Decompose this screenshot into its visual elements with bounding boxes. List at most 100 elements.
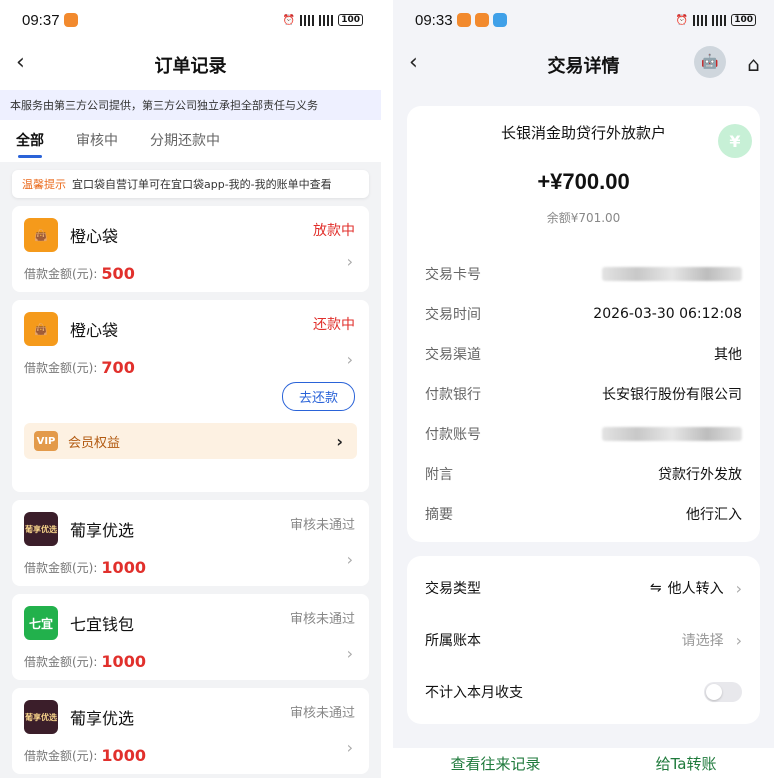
clock: 09:33: [415, 11, 453, 29]
bag-icon: 👜: [24, 312, 58, 346]
product-logo: 葡享优选: [24, 512, 58, 546]
clock: 09:37: [22, 11, 60, 29]
loan-amount: 700: [101, 358, 135, 377]
masked-account-number: [602, 427, 742, 441]
order-status: 放款中: [313, 223, 355, 239]
loan-amount: 1000: [101, 746, 146, 765]
tab-all[interactable]: 全部: [16, 120, 44, 162]
amount-label: 借款金额(元):: [24, 749, 98, 763]
loan-amount: 1000: [101, 558, 146, 577]
notification-icon: [456, 13, 471, 27]
detail-row: 交易时间 2026-03-30 06:12:08: [407, 294, 760, 334]
nav-bar: ‹ 订单记录: [0, 40, 381, 90]
order-status: 审核未通过: [289, 706, 355, 721]
signal-icon: [693, 14, 708, 26]
order-card[interactable]: 👜 橙心袋 放款中 借款金额(元): 500 ›: [12, 206, 369, 292]
bottom-action-bar: 查看往来记录 给Ta转账: [393, 748, 774, 778]
tab-installment[interactable]: 分期还款中: [150, 120, 220, 162]
transaction-amount: +¥700.00: [537, 169, 630, 194]
detail-row: 付款账号: [407, 414, 760, 454]
notification-icon: [474, 13, 489, 27]
status-bar: 09:33 ⏰ 100: [393, 0, 774, 40]
back-icon[interactable]: ‹: [409, 52, 431, 74]
notification-icon: [63, 13, 78, 27]
order-card[interactable]: 👜 橙心袋 还款中 借款金额(元): 700 › 去还款 VIP 会员权益 ›: [12, 300, 369, 492]
page-title: 订单记录: [154, 56, 227, 77]
chevron-right-icon: ›: [346, 350, 353, 369]
order-status: 审核未通过: [289, 612, 355, 627]
detail-value: 2026-03-30 06:12:08: [593, 306, 742, 322]
ledger-value: 请选择: [681, 633, 724, 649]
product-name: 橙心袋: [70, 227, 119, 246]
transaction-detail-screen: 09:33 ⏰ 100 ‹ 交易详情 🤖 ⌂ 长银消金助贷行外放款户 +¥700.…: [393, 0, 774, 778]
chevron-right-icon: ›: [346, 644, 353, 663]
order-card[interactable]: 葡享优选 葡享优选 审核未通过 借款金额(元): 1000 ›: [12, 500, 369, 586]
loan-amount: 500: [101, 264, 135, 283]
home-icon[interactable]: ⌂: [747, 52, 760, 76]
notification-icon: [492, 13, 507, 27]
alarm-icon: ⏰: [675, 14, 689, 26]
detail-label: 交易渠道: [425, 347, 481, 363]
ledger-row[interactable]: 所属账本 请选择 ›: [407, 614, 760, 666]
alarm-icon: ⏰: [282, 14, 296, 26]
signal-icon: [319, 14, 334, 26]
chevron-right-icon: ›: [346, 550, 353, 569]
tip-banner: 温馨提示 宜口袋自营订单可在宜口袋app-我的-我的账单中查看: [12, 170, 369, 198]
amount-label: 借款金额(元):: [24, 267, 98, 281]
row-label: 交易类型: [425, 581, 481, 597]
detail-value: 长安银行股份有限公司: [602, 387, 742, 403]
detail-value: 其他: [714, 347, 742, 363]
view-records-button[interactable]: 查看往来记录: [451, 753, 541, 774]
nav-bar: ‹ 交易详情 🤖 ⌂: [393, 40, 774, 90]
repay-button[interactable]: 去还款: [281, 382, 355, 411]
row-label: 不计入本月收支: [425, 685, 523, 701]
vip-label: 会员权益: [68, 435, 121, 451]
detail-label: 付款银行: [425, 387, 481, 403]
yuan-coin-icon: ¥: [718, 124, 752, 158]
amount-label: 借款金额(元):: [24, 561, 98, 575]
signal-icon: [712, 14, 727, 26]
row-label: 所属账本: [425, 633, 481, 649]
transaction-type-row[interactable]: 交易类型 ⇋ 他人转入 ›: [407, 562, 760, 614]
detail-label: 交易卡号: [425, 267, 481, 283]
detail-value: 贷款行外发放: [658, 467, 742, 483]
product-name: 葡享优选: [70, 709, 135, 728]
transaction-type-value: 他人转入: [667, 581, 724, 597]
balance: 余额¥701.00: [546, 211, 621, 225]
amount-label: 借款金额(元):: [24, 361, 98, 375]
order-card[interactable]: 七宜 七宜钱包 审核未通过 借款金额(元): 1000 ›: [12, 594, 369, 680]
member-benefits-row[interactable]: VIP 会员权益 ›: [24, 423, 357, 459]
detail-row: 交易渠道 其他: [407, 334, 760, 374]
chevron-right-icon: ›: [336, 431, 343, 451]
chevron-right-icon: ›: [735, 630, 742, 650]
product-name: 橙心袋: [70, 321, 119, 340]
order-card[interactable]: 葡享优选 葡享优选 审核未通过 借款金额(元): 1000 ›: [12, 688, 369, 774]
tab-bar: 全部 审核中 分期还款中: [0, 120, 381, 162]
exclude-row: 不计入本月收支: [407, 666, 760, 718]
detail-row: 附言 贷款行外发放: [407, 454, 760, 494]
chevron-right-icon: ›: [735, 578, 742, 598]
tip-tag: 温馨提示: [22, 178, 66, 191]
back-icon[interactable]: ‹: [16, 52, 38, 74]
exclude-toggle[interactable]: [704, 682, 742, 702]
battery-icon: 100: [731, 14, 756, 26]
amount-label: 借款金额(元):: [24, 655, 98, 669]
robot-assistant-icon[interactable]: 🤖: [694, 46, 726, 78]
product-logo: 葡享优选: [24, 700, 58, 734]
detail-row: 摘要 他行汇入: [407, 494, 760, 534]
product-name: 七宜钱包: [70, 615, 135, 634]
detail-label: 摘要: [425, 507, 453, 523]
battery-icon: 100: [338, 14, 363, 26]
detail-value: 他行汇入: [686, 507, 742, 523]
transaction-card: 长银消金助贷行外放款户 +¥700.00 余额¥701.00 交易卡号 交易时间…: [407, 106, 760, 542]
detail-label: 交易时间: [425, 307, 481, 323]
counterparty-account: 长银消金助贷行外放款户: [500, 124, 666, 142]
order-status: 还款中: [313, 317, 355, 333]
product-logo: 七宜: [24, 606, 58, 640]
status-bar: 09:37 ⏰ 100: [0, 0, 381, 40]
tab-reviewing[interactable]: 审核中: [76, 120, 118, 162]
transfer-button[interactable]: 给Ta转账: [656, 753, 717, 774]
product-name: 葡享优选: [70, 521, 135, 540]
bag-icon: 👜: [24, 218, 58, 252]
masked-card-number: [602, 267, 742, 281]
